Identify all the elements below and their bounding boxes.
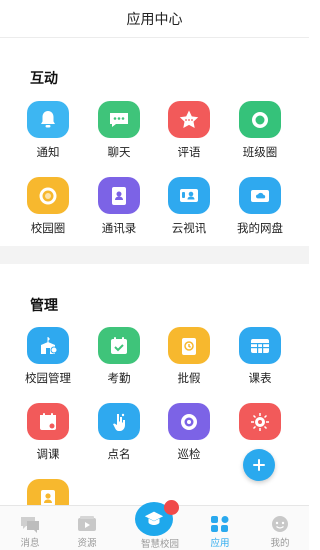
cloud-drive-icon <box>239 177 281 214</box>
tab-apps[interactable]: 应用 <box>190 506 250 549</box>
camera-eye-icon <box>168 403 210 440</box>
app-my-disk[interactable]: 我的网盘 <box>225 177 295 236</box>
app-review-label: 评语 <box>177 145 201 159</box>
app-cloud-video-label: 云视讯 <box>171 221 207 235</box>
clock-note-icon <box>168 327 210 364</box>
tab-resources-label: 资源 <box>77 538 97 549</box>
video-call-icon <box>168 177 210 214</box>
timetable-icon <box>239 327 281 364</box>
star-comment-icon <box>168 101 210 138</box>
donut-icon <box>27 177 69 214</box>
app-chat-label: 聊天 <box>107 145 131 159</box>
tab-smart-campus-label: 智慧校园 <box>140 539 179 550</box>
app-patrol-label: 巡检 <box>177 447 201 461</box>
calendar-check-icon <box>98 327 140 364</box>
tab-apps-label: 应用 <box>210 538 230 549</box>
chat-bubble-icon <box>98 101 140 138</box>
ring-icon <box>239 101 281 138</box>
app-campus-circle[interactable]: 校园圈 <box>13 177 83 236</box>
add-app-button[interactable] <box>243 449 275 481</box>
calendar-swap-icon <box>27 403 69 440</box>
section-divider <box>0 246 309 264</box>
app-roll-call[interactable]: 点名 <box>84 403 154 462</box>
app-campus-manage-label: 校园管理 <box>25 371 71 385</box>
tab-mine[interactable]: 我的 <box>250 506 310 549</box>
app-cloud-video[interactable]: 云视讯 <box>154 177 224 236</box>
app-schedule-label: 课表 <box>248 371 272 385</box>
tab-messages[interactable]: 消息 <box>0 506 60 549</box>
app-chat[interactable]: 聊天 <box>84 101 154 160</box>
app-contacts-label: 通讯录 <box>101 221 137 235</box>
app-schedule[interactable]: 课表 <box>225 327 295 386</box>
app-adjust-class[interactable]: 调课 <box>13 403 83 462</box>
app-contacts[interactable]: 通讯录 <box>84 177 154 236</box>
page-header: 应用中心 <box>0 0 309 38</box>
app-notice-label: 通知 <box>36 145 60 159</box>
tab-mine-label: 我的 <box>270 538 290 549</box>
apps-grid-icon <box>209 515 231 533</box>
section-title-manage: 管理 <box>30 298 58 314</box>
app-patrol[interactable]: 巡检 <box>154 403 224 462</box>
page-title: 应用中心 <box>126 11 183 28</box>
app-attendance[interactable]: 考勤 <box>84 327 154 386</box>
app-notice[interactable]: 通知 <box>13 101 83 160</box>
app-attendance-label: 考勤 <box>107 371 131 385</box>
app-my-disk-label: 我的网盘 <box>237 221 283 235</box>
app-campus-manage[interactable]: 校园管理 <box>13 327 83 386</box>
user-face-icon <box>269 515 291 533</box>
app-adjust-class-label: 调课 <box>36 447 60 461</box>
bell-icon <box>27 101 69 138</box>
app-review[interactable]: 评语 <box>154 101 224 160</box>
app-class-circle-label: 班级圈 <box>242 145 278 159</box>
graduation-cap-icon <box>144 511 164 525</box>
hand-raise-icon <box>98 403 140 440</box>
school-building-icon <box>27 327 69 364</box>
section-title-interact: 互动 <box>30 71 58 87</box>
virus-icon <box>239 403 281 440</box>
app-leave[interactable]: 批假 <box>154 327 224 386</box>
tab-resources[interactable]: 资源 <box>57 506 117 549</box>
app-class-circle[interactable]: 班级圈 <box>225 101 295 160</box>
address-book-icon <box>98 177 140 214</box>
app-campus-circle-label: 校园圈 <box>30 221 66 235</box>
app-virus-monitor[interactable] <box>225 403 295 440</box>
message-icon <box>19 515 41 533</box>
resources-icon <box>76 515 98 533</box>
app-leave-label: 批假 <box>177 371 201 385</box>
plus-icon <box>253 459 265 471</box>
app-roll-call-label: 点名 <box>107 447 131 461</box>
notification-badge <box>164 500 179 515</box>
tab-messages-label: 消息 <box>20 538 40 549</box>
